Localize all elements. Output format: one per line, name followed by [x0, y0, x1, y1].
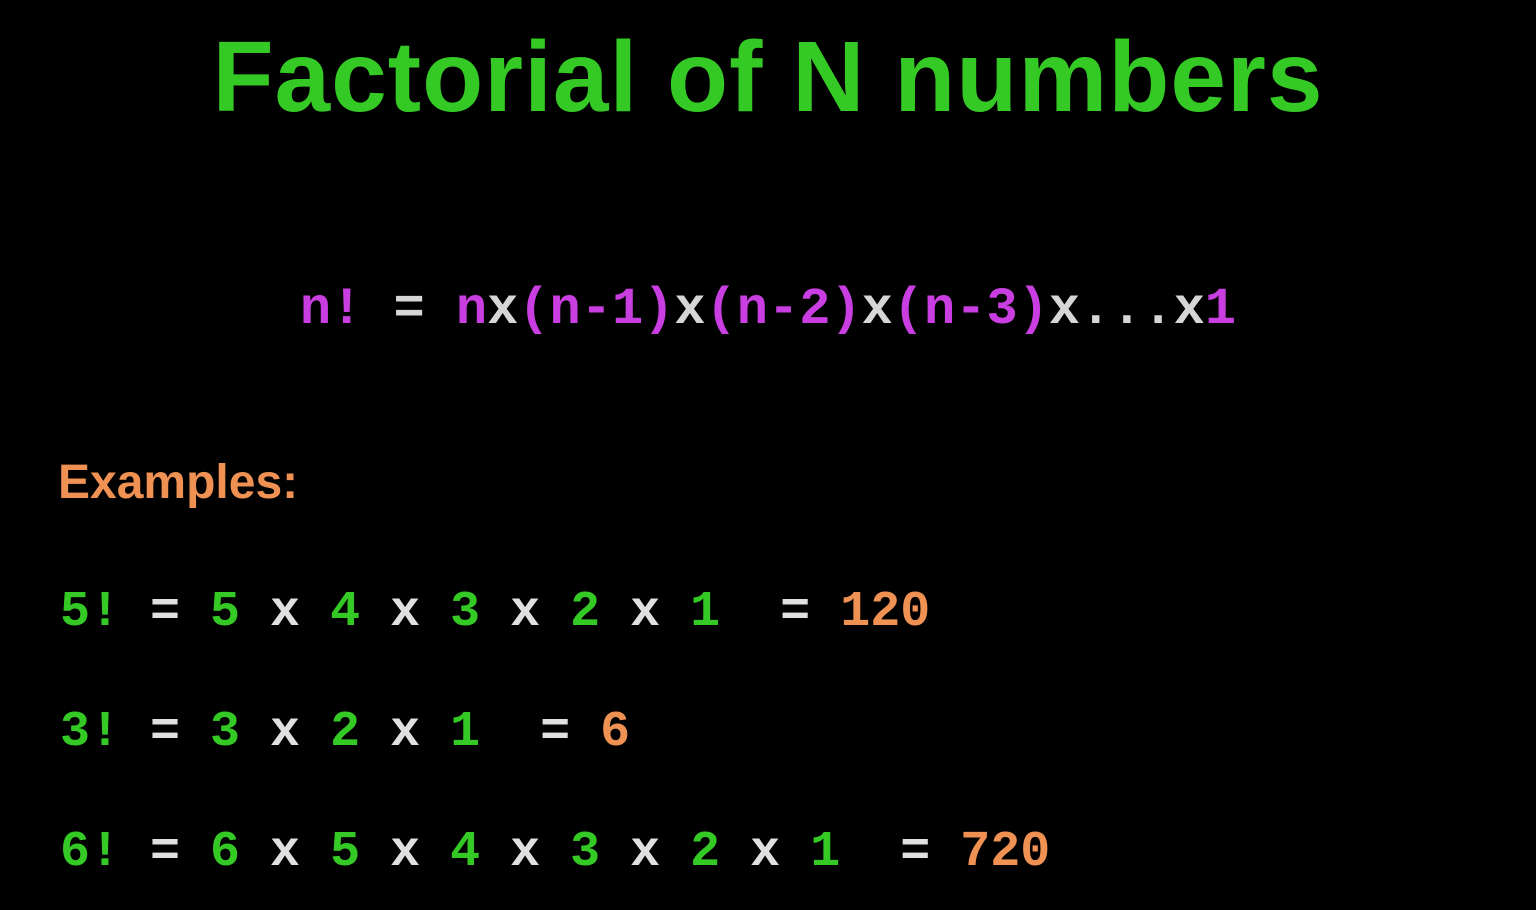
token: 1 [690, 584, 720, 641]
token: 1 [1205, 280, 1236, 339]
token: = [720, 584, 840, 641]
token: x...x [1049, 280, 1205, 339]
example-row-3: 3! = 3 x 2 x 1 = 6 [60, 704, 630, 761]
token: 2 [330, 704, 360, 761]
token: x [240, 584, 330, 641]
token: 5 [330, 824, 360, 881]
token: x [600, 824, 690, 881]
token: x [600, 584, 690, 641]
token: x [360, 584, 450, 641]
token: x [674, 280, 705, 339]
token: (n-1) [518, 280, 674, 339]
token: x [720, 824, 810, 881]
token: 4 [330, 584, 360, 641]
token: 3! [60, 704, 120, 761]
token: x [480, 584, 570, 641]
example-row-6: 6! = 6 x 5 x 4 x 3 x 2 x 1 = 720 [60, 824, 1050, 881]
token: 6! [60, 824, 120, 881]
token: x [487, 280, 518, 339]
token: x [862, 280, 893, 339]
token: x [240, 824, 330, 881]
factorial-formula: n! = nx(n-1)x(n-2)x(n-3)x...x1 [0, 280, 1536, 339]
token: 1 [450, 704, 480, 761]
token: n [456, 280, 487, 339]
token: 3 [210, 704, 240, 761]
token: 120 [840, 584, 930, 641]
token: x [240, 704, 330, 761]
token: = [120, 584, 210, 641]
token: 4 [450, 824, 480, 881]
slide-title: Factorial of N numbers [0, 20, 1536, 135]
token: (n-3) [893, 280, 1049, 339]
token: x [360, 824, 450, 881]
token: x [480, 824, 570, 881]
token: n! [300, 280, 362, 339]
examples-heading: Examples: [58, 455, 298, 510]
slide: Factorial of N numbers n! = nx(n-1)x(n-2… [0, 0, 1536, 910]
token: 6 [600, 704, 630, 761]
token: 6 [210, 824, 240, 881]
token: 5! [60, 584, 120, 641]
token: 5 [210, 584, 240, 641]
token: (n-2) [706, 280, 862, 339]
token: = [362, 280, 456, 339]
token: = [480, 704, 600, 761]
token: 2 [570, 584, 600, 641]
token: 3 [570, 824, 600, 881]
token: = [120, 824, 210, 881]
token: = [120, 704, 210, 761]
token: 2 [690, 824, 720, 881]
token: 3 [450, 584, 480, 641]
token: 720 [960, 824, 1050, 881]
token: x [360, 704, 450, 761]
example-row-5: 5! = 5 x 4 x 3 x 2 x 1 = 120 [60, 584, 930, 641]
token: 1 [810, 824, 840, 881]
token: = [840, 824, 960, 881]
